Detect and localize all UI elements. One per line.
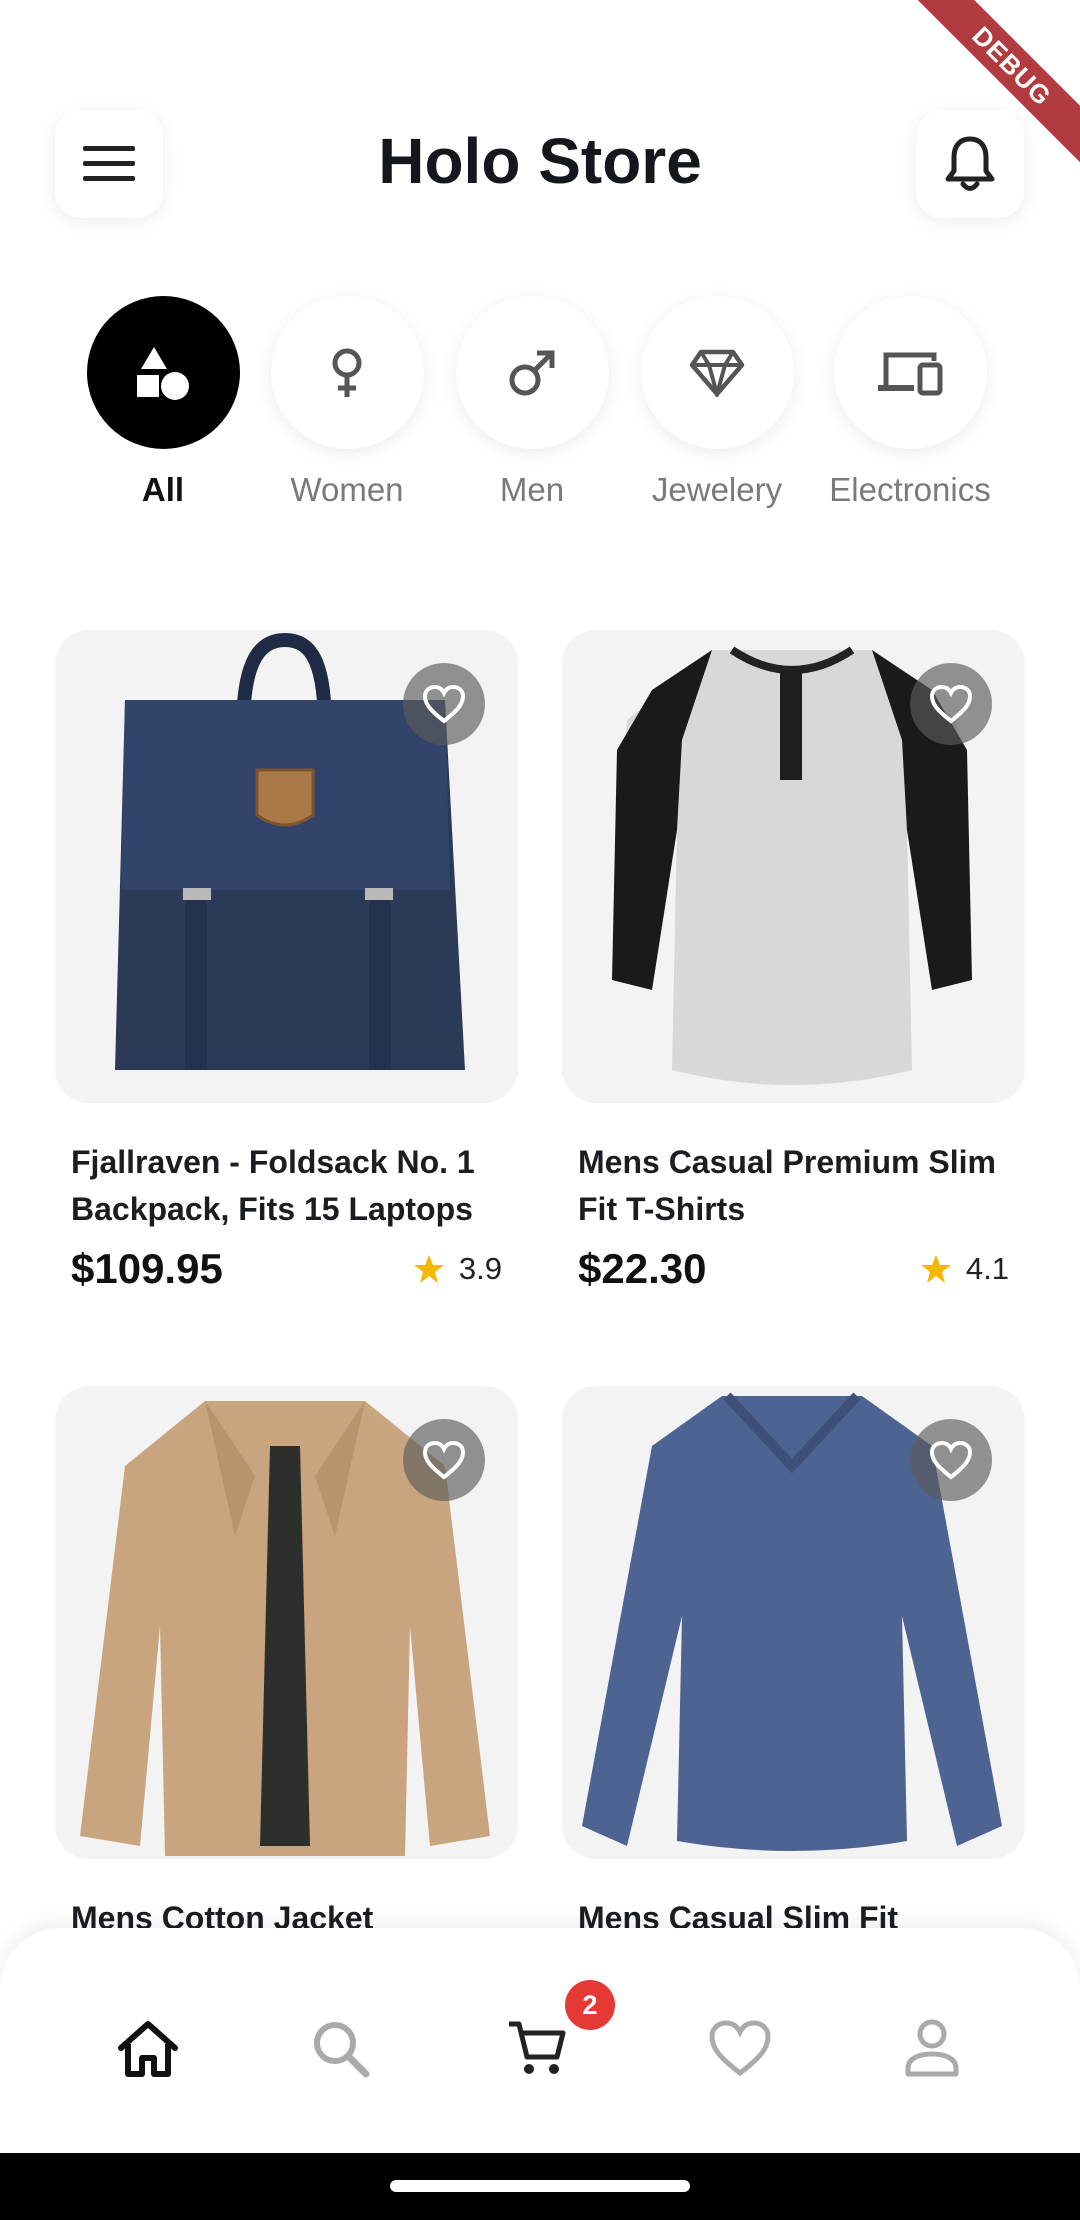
star-icon (413, 1255, 444, 1283)
heart-outline-icon (929, 1440, 973, 1480)
nav-search[interactable] (300, 2008, 380, 2088)
product-name: Mens Casual Premium Slim Fit T-Shirts (578, 1144, 996, 1227)
favorite-button[interactable] (910, 663, 992, 745)
favorite-button[interactable] (403, 663, 485, 745)
rating-value: 4.1 (965, 1251, 1009, 1286)
search-icon (314, 2022, 370, 2078)
category-electronics[interactable]: Electronics (829, 296, 991, 509)
nav-cart[interactable]: 2 (497, 1980, 615, 2088)
category-women[interactable]: Women (267, 296, 427, 509)
category-all[interactable]: All (83, 296, 243, 509)
heart-outline-icon (929, 684, 973, 724)
heart-outline-icon (422, 684, 466, 724)
female-icon (332, 348, 362, 397)
debug-banner: DEBUG (910, 0, 1080, 170)
diamond-icon (689, 349, 745, 397)
category-men[interactable]: Men (452, 296, 612, 509)
home-indicator[interactable] (390, 2180, 690, 2192)
product-price: $109.95 (71, 1245, 223, 1292)
male-icon (509, 350, 555, 395)
system-navigation-bar (0, 2153, 1080, 2220)
product-image-backpack[interactable] (55, 630, 518, 1103)
debug-label: DEBUG (913, 0, 1080, 165)
nav-favorites[interactable] (700, 2008, 780, 2088)
category-label: Electronics (829, 471, 991, 508)
product-rating: 4.1 (920, 1251, 1009, 1287)
cart-icon (509, 2021, 566, 2074)
shapes-icon (137, 346, 189, 400)
devices-icon (878, 352, 943, 395)
cart-badge: 2 (565, 1980, 615, 2030)
star-icon (920, 1255, 951, 1283)
heart-icon (709, 2020, 771, 2077)
bottom-navigation: 2 (0, 1928, 1080, 2153)
product-name: Fjallraven - Foldsack No. 1 Backpack, Fi… (71, 1144, 475, 1227)
category-bar: All Women Men Jewelery Electronics (0, 296, 1080, 526)
product-rating: 3.9 (413, 1251, 502, 1287)
nav-profile[interactable] (892, 2008, 972, 2088)
product-price: $22.30 (578, 1245, 707, 1292)
favorite-button[interactable] (910, 1419, 992, 1501)
nav-home[interactable] (108, 2008, 188, 2088)
rating-value: 3.9 (458, 1251, 502, 1286)
category-jewelery[interactable]: Jewelery (637, 296, 797, 509)
favorite-button[interactable] (403, 1419, 485, 1501)
person-icon (905, 2019, 959, 2077)
product-card[interactable]: Fjallraven - Foldsack No. 1 Backpack, Fi… (55, 630, 518, 1293)
heart-outline-icon (422, 1440, 466, 1480)
category-label: Jewelery (651, 471, 783, 508)
product-image-jacket[interactable] (55, 1386, 518, 1859)
product-image-long-sleeve[interactable] (562, 1386, 1025, 1859)
home-icon (118, 2021, 178, 2077)
product-card[interactable]: Mens Cotton Jacket (55, 1386, 518, 1942)
product-card[interactable]: Mens Casual Premium Slim Fit T-Shirts $2… (562, 630, 1025, 1293)
product-card[interactable]: Mens Casual Slim Fit (562, 1386, 1025, 1942)
product-image-tshirt[interactable] (562, 630, 1025, 1103)
